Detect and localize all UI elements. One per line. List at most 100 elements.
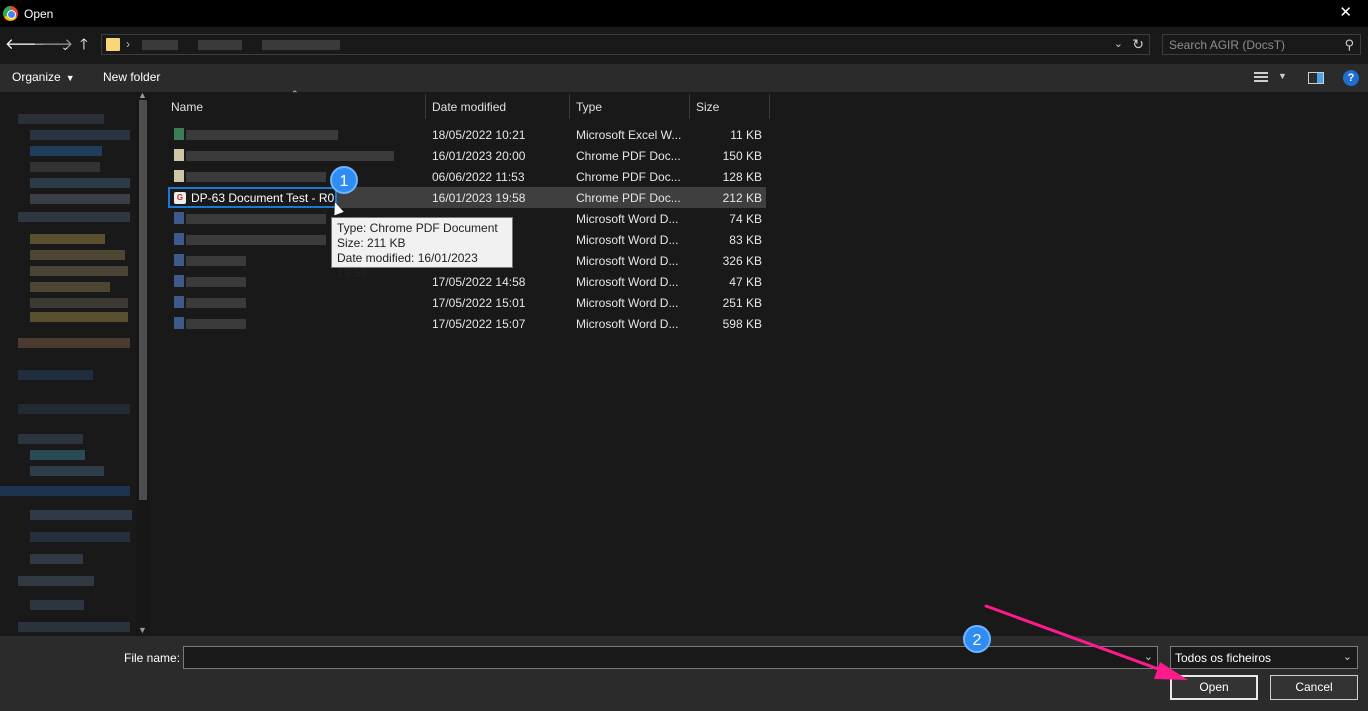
up-arrow-icon[interactable]: 🡑: [80, 36, 88, 54]
file-date: 17/05/2022 15:07: [432, 317, 526, 331]
title-bar: Open ✕: [0, 0, 1368, 27]
filter-dropdown-icon[interactable]: ⌄: [1343, 650, 1352, 663]
file-name-dropdown-icon[interactable]: ⌄: [1144, 650, 1153, 663]
file-date: 17/05/2022 15:01: [432, 296, 526, 310]
command-bar: Organize ▼ New folder ▼ ?: [0, 64, 1368, 92]
open-button[interactable]: Open: [1170, 675, 1258, 700]
file-tooltip: Type: Chrome PDF Document Size: 211 KB D…: [331, 217, 513, 280]
address-row: 🡐 🡒 ⌄ 🡑 › ⌄ ↻ Search AGIR (DocsT) ⚲: [0, 27, 1368, 64]
file-size: 326 KB: [722, 254, 762, 268]
column-header-name[interactable]: Name: [171, 100, 203, 114]
address-bar[interactable]: › ⌄ ↻: [101, 34, 1150, 55]
column-headers: Name Date modified Type Size: [151, 94, 771, 119]
redacted-file-name: [186, 235, 326, 245]
redacted-file-name: [186, 214, 326, 224]
column-divider[interactable]: [425, 94, 426, 119]
redacted-file-name: [186, 130, 338, 140]
file-row[interactable]: 17/05/2022 15:01 Microsoft Word D... 251…: [168, 292, 766, 313]
file-type: Chrome PDF Doc...: [576, 149, 681, 163]
tooltip-type: Type: Chrome PDF Document: [337, 221, 498, 235]
organize-button[interactable]: Organize ▼: [12, 70, 75, 84]
file-size: 212 KB: [722, 191, 762, 205]
file-size: 251 KB: [722, 296, 762, 310]
file-row-selected[interactable]: G DP-63 Document Test - R0 16/01/2023 19…: [168, 187, 766, 208]
organize-label: Organize: [12, 70, 61, 84]
file-type: Microsoft Excel W...: [576, 128, 682, 142]
nav-scrollbar[interactable]: ▲ ▼: [136, 90, 150, 636]
cancel-button[interactable]: Cancel: [1270, 675, 1358, 700]
file-row[interactable]: 06/06/2022 11:53 Chrome PDF Doc... 128 K…: [168, 166, 766, 187]
scroll-down-icon[interactable]: ▼: [138, 625, 147, 635]
recent-locations-chevron-icon[interactable]: ⌄: [61, 39, 69, 57]
file-size: 128 KB: [722, 170, 762, 184]
word-file-icon: [174, 275, 184, 287]
pdf-file-icon: [174, 149, 184, 161]
file-size: 47 KB: [729, 275, 762, 289]
step-badge-1: 1: [330, 166, 358, 194]
word-file-icon: [174, 212, 184, 224]
help-icon[interactable]: ?: [1343, 70, 1359, 86]
column-divider[interactable]: [569, 94, 570, 119]
file-type: Microsoft Word D...: [576, 254, 679, 268]
file-date: 06/06/2022 11:53: [432, 170, 525, 184]
column-header-date[interactable]: Date modified: [432, 100, 506, 114]
preview-pane-icon[interactable]: [1308, 72, 1324, 84]
new-folder-button[interactable]: New folder: [103, 70, 160, 84]
redacted-file-name: [186, 319, 246, 329]
redacted-file-name: [186, 298, 246, 308]
file-date: 16/01/2023 19:58: [432, 191, 526, 205]
file-row[interactable]: 16/01/2023 20:00 Chrome PDF Doc... 150 K…: [168, 145, 766, 166]
file-name[interactable]: DP-63 Document Test - R0: [191, 191, 334, 205]
nav-scroll-thumb[interactable]: [139, 100, 147, 500]
column-header-type[interactable]: Type: [576, 100, 602, 114]
column-header-size[interactable]: Size: [696, 100, 719, 114]
file-type-filter[interactable]: Todos os ficheiros ⌄: [1170, 646, 1358, 669]
file-name-label: File name:: [124, 651, 181, 665]
excel-file-icon: [174, 128, 184, 140]
file-size: 150 KB: [722, 149, 762, 163]
rename-field[interactable]: G DP-63 Document Test - R0: [168, 187, 337, 208]
file-type: Microsoft Word D...: [576, 317, 679, 331]
file-name-input[interactable]: ⌄: [183, 646, 1158, 669]
refresh-icon[interactable]: ↻: [1132, 36, 1144, 53]
file-type: Chrome PDF Doc...: [576, 170, 681, 184]
word-file-icon: [174, 317, 184, 329]
file-type: Chrome PDF Doc...: [576, 191, 681, 205]
view-dropdown-icon[interactable]: ▼: [1278, 71, 1287, 81]
pdf-file-icon: [174, 170, 184, 182]
file-size: 11 KB: [730, 128, 762, 142]
close-icon[interactable]: ✕: [1339, 4, 1352, 21]
address-dropdown-icon[interactable]: ⌄: [1114, 37, 1123, 50]
file-type: Microsoft Word D...: [576, 212, 679, 226]
word-file-icon: [174, 296, 184, 308]
file-row[interactable]: 18/05/2022 10:21 Microsoft Excel W... 11…: [168, 124, 766, 145]
column-divider[interactable]: [689, 94, 690, 119]
redacted-file-name: [186, 151, 394, 161]
file-type: Microsoft Word D...: [576, 233, 679, 247]
folder-icon: [106, 38, 120, 51]
column-divider[interactable]: [769, 94, 770, 119]
tooltip-size: Size: 211 KB: [337, 236, 406, 250]
redacted-file-name: [186, 277, 246, 287]
scroll-up-icon[interactable]: ▲: [138, 90, 147, 100]
window-title: Open: [24, 6, 54, 21]
dialog-footer: File name: ⌄ Todos os ficheiros ⌄ Open C…: [0, 636, 1368, 711]
file-date: 16/01/2023 20:00: [432, 149, 526, 163]
redacted-file-name: [186, 172, 326, 182]
view-options-icon[interactable]: [1254, 71, 1268, 83]
file-size: 83 KB: [729, 233, 762, 247]
organize-chevron-icon: ▼: [65, 73, 75, 83]
file-type: Microsoft Word D...: [576, 275, 679, 289]
file-date: 18/05/2022 10:21: [432, 128, 526, 142]
navigation-pane[interactable]: ▲ ▼: [0, 90, 151, 636]
file-size: 74 KB: [729, 212, 762, 226]
chrome-pdf-icon: G: [174, 192, 186, 204]
file-row[interactable]: 17/05/2022 15:07 Microsoft Word D... 598…: [168, 313, 766, 334]
search-placeholder: Search AGIR (DocsT): [1169, 38, 1286, 52]
search-icon[interactable]: ⚲: [1344, 37, 1354, 53]
search-input[interactable]: Search AGIR (DocsT) ⚲: [1162, 34, 1361, 55]
word-file-icon: [174, 233, 184, 245]
breadcrumb-separator: ›: [126, 37, 130, 51]
file-size: 598 KB: [722, 317, 762, 331]
file-type-filter-value: Todos os ficheiros: [1175, 651, 1272, 665]
